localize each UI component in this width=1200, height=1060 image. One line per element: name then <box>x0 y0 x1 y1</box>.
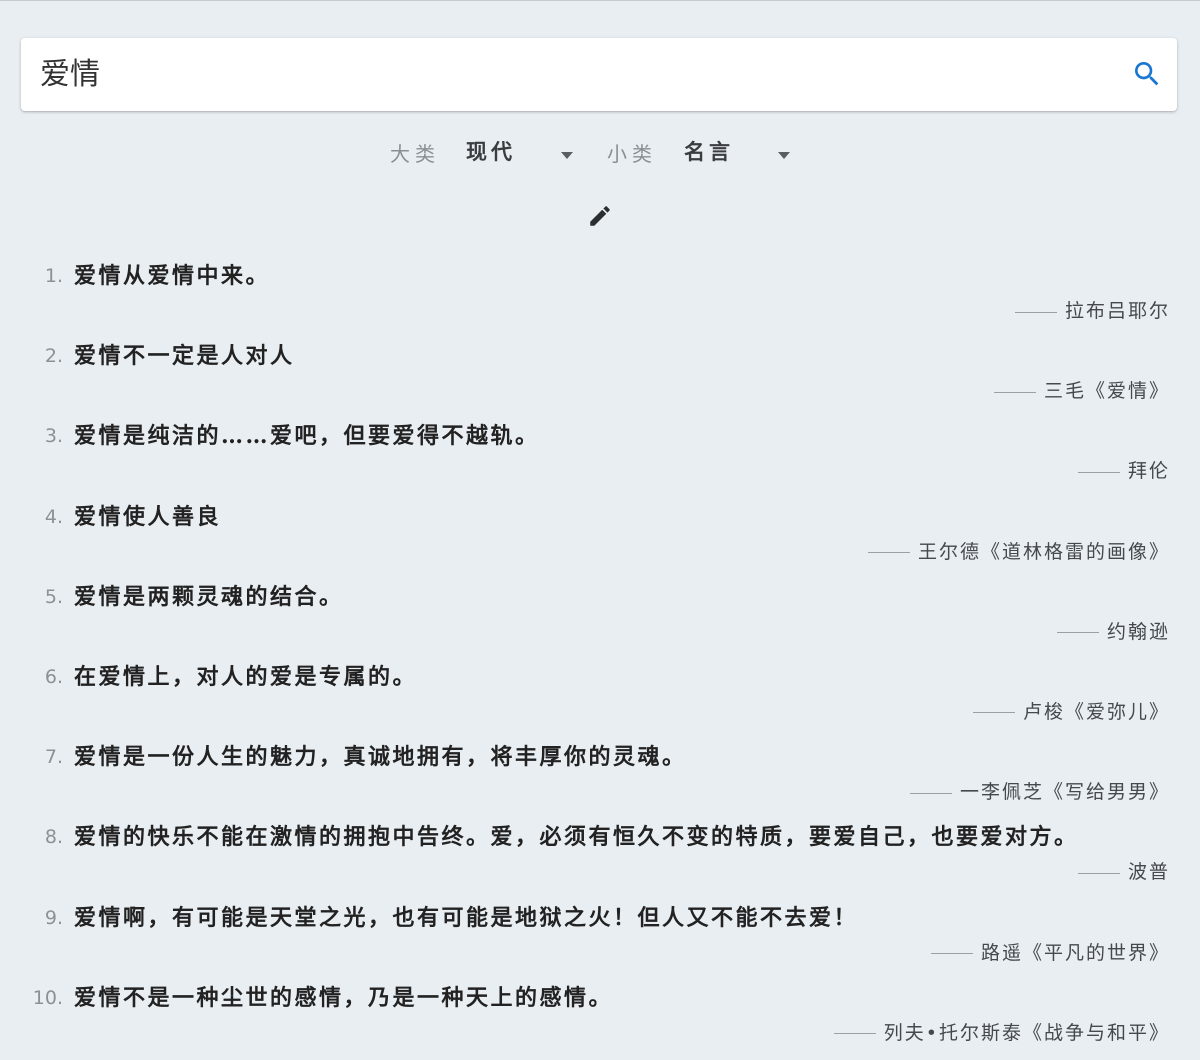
quote-author: 路遥《平凡的世界》 <box>980 941 1170 964</box>
quote-item: 1. 爱情从爱情中来。拉布吕耶尔 <box>0 258 1200 328</box>
search-input[interactable] <box>40 38 1110 111</box>
dash-divider <box>1077 471 1120 473</box>
quote-author-line: 三毛《爱情》 <box>993 374 1170 408</box>
quote-author-line: 卢梭《爱弥儿》 <box>972 695 1170 729</box>
quote-item: 10. 爱情不是一种尘世的感情，乃是一种天上的感情。列夫•托尔斯泰《战争与和平》 <box>0 980 1200 1050</box>
quote-number: 8. <box>44 826 63 849</box>
quote-item: 6. 在爱情上，对人的爱是专属的。卢梭《爱弥儿》 <box>0 659 1200 729</box>
quote-author: 约翰逊 <box>1106 620 1170 643</box>
quote-text: 爱情的快乐不能在激情的拥抱中告终。爱，必须有恒久不变的特质，要爱自己，也要爱对方… <box>74 824 1079 851</box>
quote-list: 1. 爱情从爱情中来。拉布吕耶尔 2. 爱情不一定是人对人三毛《爱情》 3. 爱情是纯洁的… <box>0 258 1200 1060</box>
quote-number: 1. <box>44 265 63 287</box>
pencil-icon <box>590 206 610 226</box>
quote-author: 一李佩芝《写给男男》 <box>959 781 1170 804</box>
quote-number: 6. <box>44 665 63 688</box>
quote-item: 4. 爱情使人善良王尔德《道林格雷的画像》 <box>0 499 1200 569</box>
dash-divider <box>833 1033 876 1035</box>
quote-text: 爱情不是一种尘世的感情，乃是一种天上的感情。 <box>74 984 614 1011</box>
dash-divider <box>972 712 1015 714</box>
category-select[interactable]: 现代 <box>466 138 580 166</box>
quote-author-line: 波普 <box>1077 855 1170 889</box>
quote-author-line: 列夫•托尔斯泰《战争与和平》 <box>833 1016 1170 1050</box>
quote-author: 拉布吕耶尔 <box>1064 300 1170 322</box>
quote-text: 爱情是两颗灵魂的结合。 <box>74 583 344 610</box>
dash-divider <box>1014 311 1057 313</box>
quote-author-line: 一李佩芝《写给男男》 <box>909 775 1170 809</box>
quote-text: 爱情使人善良 <box>74 503 222 530</box>
quote-text: 爱情啊，有可能是天堂之光，也有可能是地狱之火！但人又不能不去爱！ <box>74 904 859 931</box>
quote-author: 列夫•托尔斯泰《战争与和平》 <box>883 1021 1170 1044</box>
top-border <box>0 0 1200 1</box>
edit-button[interactable] <box>587 203 613 229</box>
quote-author-line: 王尔德《道林格雷的画像》 <box>867 535 1170 569</box>
quote-number: 7. <box>44 746 63 769</box>
dash-divider <box>909 792 952 794</box>
category-value: 现代 <box>466 139 516 164</box>
quote-number: 10. <box>32 986 63 1009</box>
quote-item: 3. 爱情是纯洁的……爱吧，但要爱得不越轨。拜伦 <box>0 418 1200 488</box>
quote-author-line: 拉布吕耶尔 <box>1014 294 1170 328</box>
quote-text: 在爱情上，对人的爱是专属的。 <box>74 663 418 690</box>
search-button[interactable] <box>1131 58 1163 90</box>
subcategory-value: 名言 <box>684 139 734 164</box>
quote-text: 爱情是纯洁的……爱吧，但要爱得不越轨。 <box>74 423 540 450</box>
search-bar <box>21 38 1177 111</box>
chevron-down-icon <box>561 151 573 159</box>
quote-text: 爱情不一定是人对人 <box>74 343 295 370</box>
quote-author-line: 约翰逊 <box>1056 615 1170 649</box>
search-icon <box>1135 62 1159 86</box>
quote-number: 4. <box>44 505 63 528</box>
quote-text: 爱情从爱情中来。 <box>74 263 271 289</box>
quote-item: 9. 爱情啊，有可能是天堂之光，也有可能是地狱之火！但人又不能不去爱！ 路遥《平凡的… <box>0 900 1200 970</box>
quote-author: 拜伦 <box>1127 460 1170 483</box>
quote-author: 卢梭《爱弥儿》 <box>1022 700 1170 723</box>
quote-number: 2. <box>44 345 63 368</box>
quote-author: 三毛《爱情》 <box>1043 380 1170 403</box>
quote-text: 爱情是一份人生的魅力，真诚地拥有，将丰厚你的灵魂。 <box>74 744 687 771</box>
category-label: 大类 <box>390 142 440 166</box>
subcategory-label: 小类 <box>607 142 657 166</box>
quote-author: 波普 <box>1127 861 1170 884</box>
dash-divider <box>993 391 1036 393</box>
quote-item: 7. 爱情是一份人生的魅力，真诚地拥有，将丰厚你的灵魂。一李佩芝《写给男男》 <box>0 739 1200 809</box>
quote-author-line: 拜伦 <box>1077 454 1170 488</box>
quote-author: 王尔德《道林格雷的画像》 <box>917 540 1170 563</box>
chevron-down-icon <box>778 151 790 159</box>
subcategory-select[interactable]: 名言 <box>684 138 798 166</box>
quote-number: 5. <box>44 585 63 608</box>
dash-divider <box>1056 632 1099 634</box>
quote-item: 2. 爱情不一定是人对人三毛《爱情》 <box>0 338 1200 408</box>
quote-number: 3. <box>44 425 63 448</box>
quote-item: 5. 爱情是两颗灵魂的结合。约翰逊 <box>0 579 1200 649</box>
dash-divider <box>1077 872 1120 874</box>
dash-divider <box>930 953 973 954</box>
quote-number: 9. <box>44 906 63 929</box>
dash-divider <box>867 552 910 554</box>
quote-author-line: 路遥《平凡的世界》 <box>930 936 1170 970</box>
quote-item: 8. 爱情的快乐不能在激情的拥抱中告终。爱，必须有恒久不变的特质，要爱自己，也要爱… <box>0 819 1200 889</box>
